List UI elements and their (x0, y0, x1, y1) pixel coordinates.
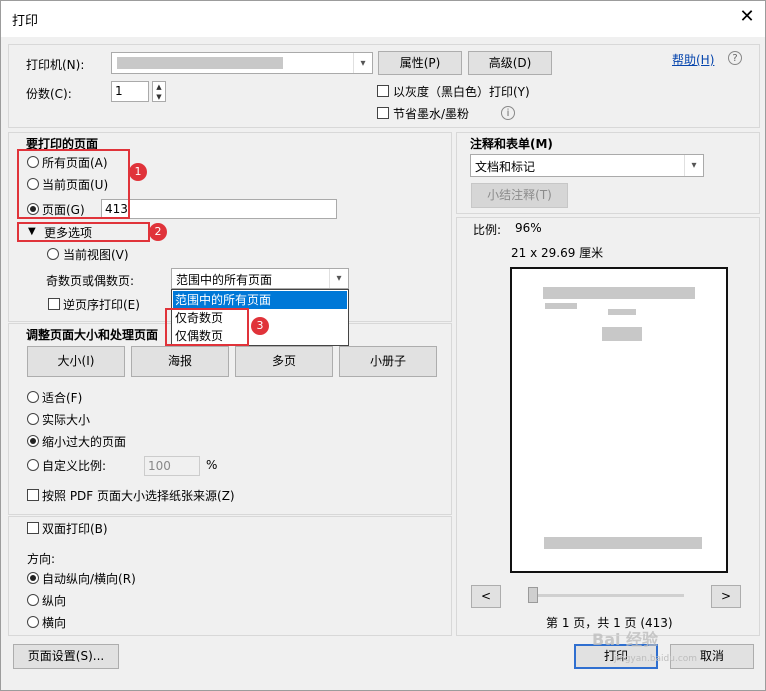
auto-orientation-label: 自动纵向/横向(R) (42, 572, 136, 586)
portrait-label: 纵向 (42, 594, 67, 608)
annotation-box-1 (17, 149, 130, 219)
current-view-label: 当前视图(V) (63, 248, 129, 262)
annotation-badge-1: 1 (129, 163, 147, 181)
sizing-section-title: 调整页面大小和处理页面 (26, 328, 159, 342)
tab-poster[interactable]: 海报 (131, 346, 229, 377)
custom-scale-radio[interactable] (27, 459, 39, 471)
page-setup-button[interactable]: 页面设置(S)... (13, 644, 119, 669)
shrink-oversized-label: 缩小过大的页面 (42, 435, 127, 449)
custom-scale-label: 自定义比例: (42, 459, 107, 473)
printer-select[interactable]: ▾ (111, 52, 373, 74)
comments-select[interactable]: 文档和标记 ▾ (470, 154, 704, 177)
annotation-box-2 (17, 222, 150, 242)
percent-label: % (206, 458, 218, 472)
reverse-order-label: 逆页序打印(E) (63, 298, 140, 312)
preview-text-line (543, 287, 695, 299)
page-slider-thumb[interactable] (528, 587, 538, 603)
printer-name-redacted (117, 57, 283, 69)
watermark-url: jingyan.baidu.com (614, 654, 698, 664)
window-title: 打印 (12, 14, 39, 29)
annotation-badge-3: 3 (251, 317, 269, 335)
duplex-label: 双面打印(B) (42, 522, 108, 536)
annotation-badge-2: 2 (149, 223, 167, 241)
prev-page-button[interactable]: < (471, 585, 501, 608)
preview-text-line (545, 303, 577, 309)
chevron-down-icon: ▾ (684, 155, 703, 176)
save-ink-label: 节省墨水/墨粉 (393, 107, 470, 121)
scale-label: 比例: (473, 223, 502, 237)
comments-section-title: 注释和表单(M) (470, 137, 553, 151)
printer-label: 打印机(N): (26, 58, 85, 72)
portrait-radio[interactable] (27, 594, 39, 606)
tab-multiple[interactable]: 多页 (235, 346, 333, 377)
landscape-radio[interactable] (27, 616, 39, 628)
copies-stepper[interactable]: ▲ ▼ (152, 81, 166, 102)
properties-button[interactable]: 属性(P) (378, 51, 462, 75)
preview-text-line (608, 309, 636, 315)
annotation-box-3 (165, 308, 249, 346)
next-page-button[interactable]: > (711, 585, 741, 608)
help-icon[interactable]: ? (728, 51, 742, 65)
chevron-down-icon: ▾ (353, 53, 372, 73)
current-view-radio[interactable] (47, 248, 59, 260)
reverse-order-checkbox[interactable] (48, 298, 60, 310)
preview-image-block (602, 327, 642, 341)
close-icon[interactable]: ✕ (736, 6, 758, 28)
paper-size-label: 21 x 29.69 厘米 (511, 246, 604, 260)
shrink-oversized-radio[interactable] (27, 435, 39, 447)
scale-value: 96% (515, 221, 542, 235)
actual-size-label: 实际大小 (42, 413, 91, 427)
summarize-comments-button[interactable]: 小结注释(T) (471, 183, 568, 208)
advanced-button[interactable]: 高级(D) (468, 51, 552, 75)
tab-size[interactable]: 大小(I) (27, 346, 125, 377)
grayscale-checkbox[interactable] (377, 85, 389, 97)
choose-paper-label: 按照 PDF 页面大小选择纸张来源(Z) (42, 489, 235, 503)
page-slider-track[interactable] (528, 594, 684, 597)
comments-value: 文档和标记 (475, 160, 536, 174)
auto-orientation-radio[interactable] (27, 572, 39, 584)
choose-paper-checkbox[interactable] (27, 489, 39, 501)
help-link[interactable]: 帮助(H) (672, 51, 714, 68)
custom-scale-input[interactable]: 100 (144, 456, 200, 476)
tab-booklet[interactable]: 小册子 (339, 346, 437, 377)
copies-input[interactable]: 1 (111, 81, 149, 102)
chevron-down-icon: ▾ (329, 269, 348, 288)
pages-range-input[interactable]: 413 (101, 199, 337, 219)
save-ink-checkbox[interactable] (377, 107, 389, 119)
landscape-label: 横向 (42, 616, 67, 630)
duplex-checkbox[interactable] (27, 522, 39, 534)
fit-radio[interactable] (27, 391, 39, 403)
odd-even-label: 奇数页或偶数页: (46, 274, 135, 288)
copies-label: 份数(C): (26, 87, 72, 101)
orientation-label: 方向: (27, 552, 56, 566)
odd-even-value: 范围中的所有页面 (176, 273, 273, 287)
watermark-text: Bai 经验 (592, 630, 659, 649)
odd-even-select[interactable]: 范围中的所有页面 ▾ (171, 268, 349, 289)
fit-label: 适合(F) (42, 391, 83, 405)
dropdown-option-all[interactable]: 范围中的所有页面 (173, 291, 347, 309)
info-icon[interactable]: i (501, 106, 515, 120)
grayscale-label: 以灰度（黑白色）打印(Y) (393, 85, 530, 99)
title-bar (1, 1, 765, 37)
actual-size-radio[interactable] (27, 413, 39, 425)
preview-text-line (544, 537, 702, 549)
page-preview (510, 267, 728, 573)
